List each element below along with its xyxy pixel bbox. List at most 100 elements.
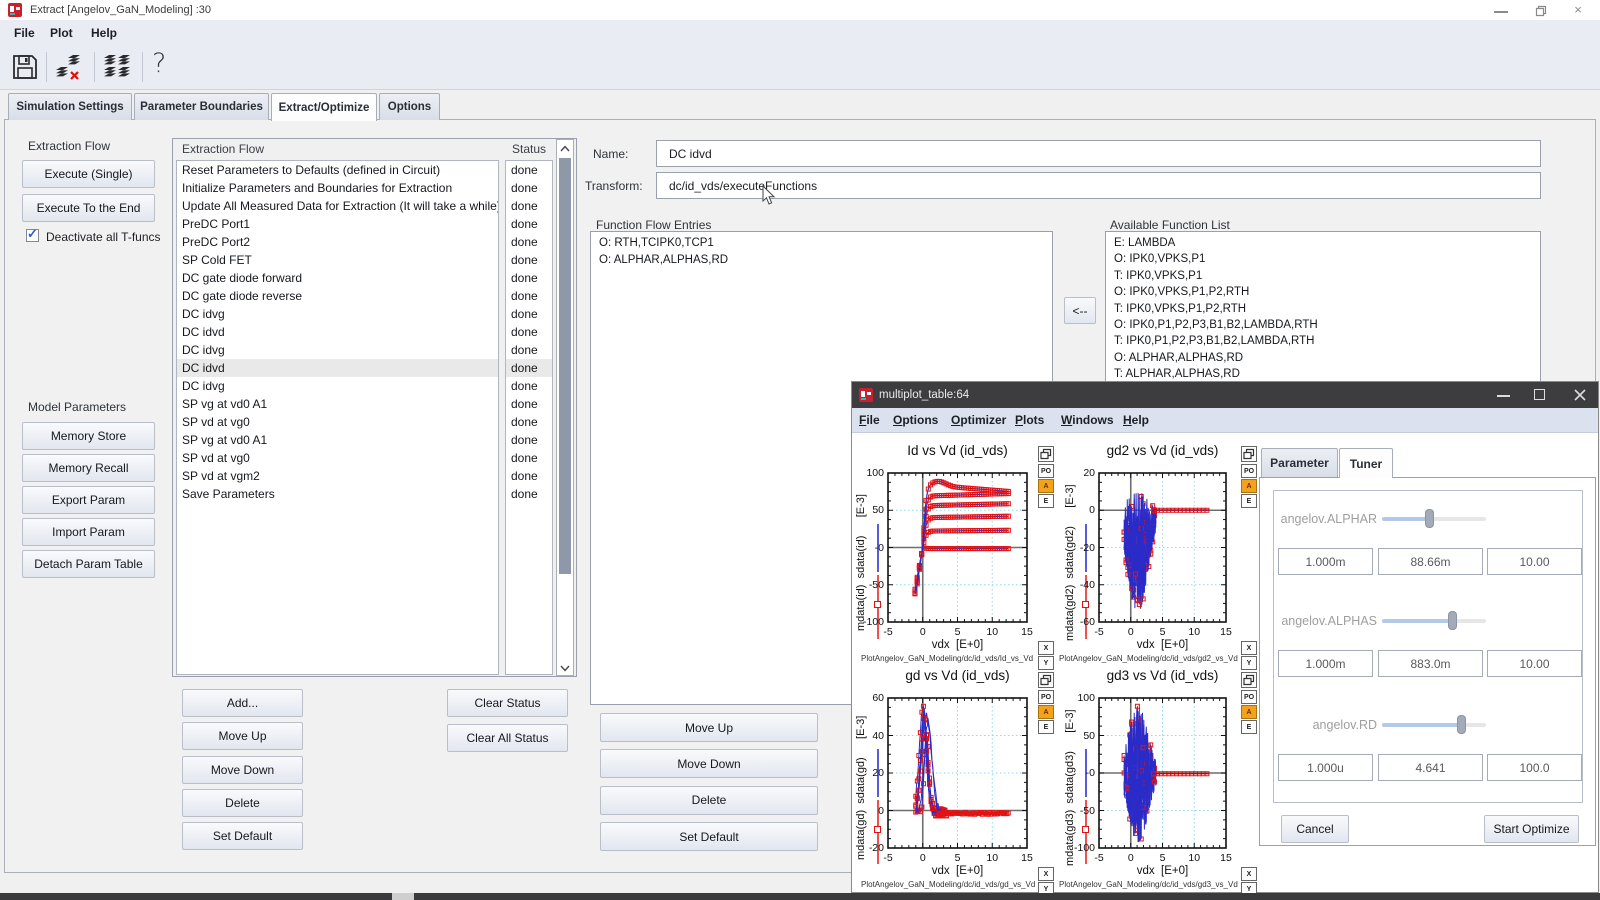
param-max-1[interactable]: 10.00	[1487, 650, 1582, 677]
slider-thumb[interactable]	[1457, 715, 1466, 734]
multiplot-menu-windows[interactable]: Windows	[1061, 413, 1114, 427]
flow-move-up-button[interactable]: Move Up	[182, 722, 303, 750]
memory-store-button[interactable]: Memory Store	[22, 422, 155, 450]
name-input[interactable]: DC idvd	[656, 140, 1541, 167]
scroll-down-icon[interactable]	[558, 661, 572, 673]
multiplot-menu-optimizer[interactable]: Optimizer	[951, 413, 1006, 427]
table-row-status-cell[interactable]: done	[506, 179, 552, 197]
plot-button-po[interactable]: PO	[1038, 464, 1054, 478]
close-button[interactable]: ×	[1570, 2, 1586, 18]
plot-button-a[interactable]: A	[1241, 705, 1257, 719]
available-function-item[interactable]: E: LAMBDA	[1114, 237, 1534, 252]
table-row-status-cell[interactable]: done	[506, 377, 552, 395]
param-slider-1[interactable]	[1382, 619, 1486, 623]
scrollbar-thumb[interactable]	[559, 158, 571, 574]
param-value-1[interactable]: 883.0m	[1378, 650, 1483, 677]
param-value-2[interactable]: 4.641	[1378, 754, 1483, 781]
available-function-item[interactable]: O: IPK0,P1,P2,P3,B1,B2,LAMBDA,RTH	[1114, 319, 1534, 334]
scroll-up-icon[interactable]	[558, 142, 572, 154]
available-function-item[interactable]: T: IPK0,VPKS,P1	[1114, 270, 1534, 285]
flow-set-default-button[interactable]: Set Default	[182, 822, 303, 850]
cancel-button[interactable]: Cancel	[1281, 815, 1349, 843]
param-value-0[interactable]: 88.66m	[1378, 548, 1483, 575]
slider-thumb[interactable]	[1425, 509, 1434, 528]
table-row-status-cell[interactable]: done	[506, 431, 552, 449]
table-row[interactable]: SP vg at vd0 A1	[177, 431, 498, 449]
axis-button-x[interactable]: X	[1241, 867, 1257, 881]
param-min-1[interactable]: 1.000m	[1278, 650, 1373, 677]
table-row[interactable]: DC idvd	[177, 323, 498, 341]
table-row[interactable]: SP vd at vg0	[177, 449, 498, 467]
tab-parameter-boundaries[interactable]: Parameter Boundaries	[134, 93, 269, 120]
table-row[interactable]: Reset Parameters to Defaults (defined in…	[177, 161, 498, 179]
plot-restore-icon[interactable]	[1241, 672, 1257, 688]
function-flow-entry[interactable]: O: RTH,TCIPK0,TCP1	[599, 237, 1039, 252]
plot-restore-icon[interactable]	[1038, 672, 1054, 688]
axis-button-x[interactable]: X	[1038, 867, 1054, 881]
plot-button-e[interactable]: E	[1241, 720, 1257, 734]
table-row[interactable]: DC idvg	[177, 377, 498, 395]
param-max-0[interactable]: 10.00	[1487, 548, 1582, 575]
copy-data-icon[interactable]	[102, 54, 132, 82]
param-slider-2[interactable]	[1382, 723, 1486, 727]
plot-canvas[interactable]	[1097, 471, 1228, 624]
table-row-status-cell[interactable]: done	[506, 413, 552, 431]
slider-thumb[interactable]	[1448, 611, 1457, 630]
multiplot-menu-file[interactable]: File	[859, 413, 880, 427]
plot-button-e[interactable]: E	[1241, 494, 1257, 508]
param-min-0[interactable]: 1.000m	[1278, 548, 1373, 575]
restore-button[interactable]	[1535, 4, 1547, 16]
table-row[interactable]: DC idvg	[177, 305, 498, 323]
menu-help[interactable]: Help	[91, 26, 117, 40]
plot-button-a[interactable]: A	[1038, 479, 1054, 493]
table-row-status-cell[interactable]: done	[506, 395, 552, 413]
function-flow-entry[interactable]: O: ALPHAR,ALPHAS,RD	[599, 254, 1039, 269]
tab-options[interactable]: Options	[379, 93, 440, 120]
export-param-button[interactable]: Export Param	[22, 486, 155, 514]
table-row-status-cell[interactable]: done	[506, 251, 552, 269]
multiplot-close-button[interactable]	[1572, 387, 1588, 403]
table-row-status-cell[interactable]: done	[506, 269, 552, 287]
detach-param-table-button[interactable]: Detach Param Table	[22, 550, 155, 578]
help-icon[interactable]: ?	[152, 48, 176, 84]
clear-status-button[interactable]: Clear Status	[447, 689, 568, 717]
multiplot-menu-help[interactable]: Help	[1123, 413, 1149, 427]
table-row[interactable]: SP vd at vgm2	[177, 467, 498, 485]
multiplot-menu-plots[interactable]: Plots	[1015, 413, 1044, 427]
plot-restore-icon[interactable]	[1241, 446, 1257, 462]
table-row[interactable]: Save Parameters	[177, 485, 498, 503]
transform-input[interactable]: dc/id_vds/executeFunctions	[656, 172, 1541, 199]
table-row[interactable]: SP Cold FET	[177, 251, 498, 269]
flow-delete-button[interactable]: Delete	[182, 789, 303, 817]
save-icon[interactable]	[12, 54, 38, 80]
plot-button-e[interactable]: E	[1038, 494, 1054, 508]
multiplot-maximize-button[interactable]	[1534, 389, 1545, 400]
table-row-status-cell[interactable]: done	[506, 485, 552, 503]
table-row[interactable]: DC idvd	[177, 359, 498, 377]
plot-restore-icon[interactable]	[1038, 446, 1054, 462]
available-function-item[interactable]: T: IPK0,VPKS,P1,P2,RTH	[1114, 303, 1534, 318]
start-optimize-button[interactable]: Start Optimize	[1484, 815, 1579, 843]
table-row-status-cell[interactable]: done	[506, 341, 552, 359]
table-row-status-cell[interactable]: done	[506, 323, 552, 341]
available-function-item[interactable]: O: IPK0,VPKS,P1	[1114, 253, 1534, 268]
table-row[interactable]: PreDC Port1	[177, 215, 498, 233]
flow-move-down-button[interactable]: Move Down	[182, 756, 303, 784]
memory-recall-button[interactable]: Memory Recall	[22, 454, 155, 482]
table-row-status-cell[interactable]: done	[506, 467, 552, 485]
menu-plot[interactable]: Plot	[50, 26, 73, 40]
table-row[interactable]: DC gate diode reverse	[177, 287, 498, 305]
table-row[interactable]: DC gate diode forward	[177, 269, 498, 287]
param-min-2[interactable]: 1.000u	[1278, 754, 1373, 781]
table-row-status-cell[interactable]: done	[506, 359, 552, 377]
multiplot-minimize-button[interactable]	[1497, 395, 1510, 397]
execute-single-button[interactable]: Execute (Single)	[22, 160, 155, 188]
table-row[interactable]: PreDC Port2	[177, 233, 498, 251]
table-row-status-cell[interactable]: done	[506, 287, 552, 305]
tab-simulation-settings[interactable]: Simulation Settings	[8, 93, 132, 120]
table-row[interactable]: SP vg at vd0 A1	[177, 395, 498, 413]
plot-button-e[interactable]: E	[1038, 720, 1054, 734]
entry-set-default-button[interactable]: Set Default	[600, 822, 818, 851]
plot-button-a[interactable]: A	[1241, 479, 1257, 493]
plot-button-a[interactable]: A	[1038, 705, 1054, 719]
